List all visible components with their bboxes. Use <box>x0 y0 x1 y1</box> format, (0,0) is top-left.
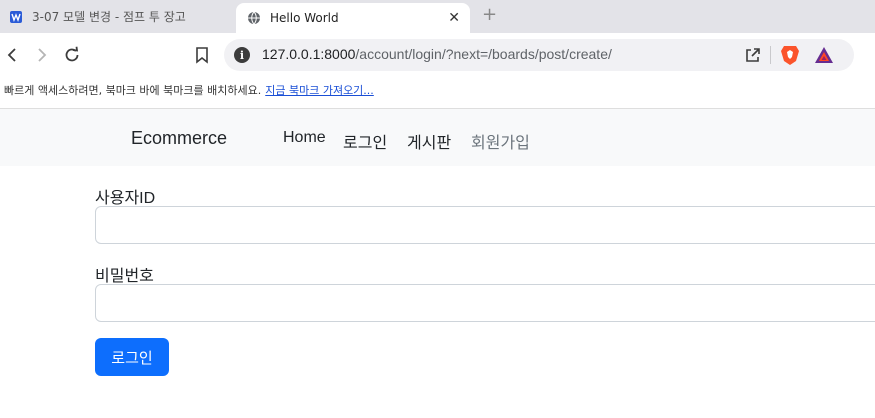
browser-tab-wikidocs[interactable]: 3-07 모델 변경 - 점프 투 장고 <box>0 0 232 33</box>
browser-tab-strip: 3-07 모델 변경 - 점프 투 장고 Hello World ✕ + <box>0 0 875 33</box>
browser-toolbar: i 127.0.0.1:8000/account/login/?next=/bo… <box>0 33 875 76</box>
brave-rewards-icon[interactable] <box>814 45 834 69</box>
new-tab-icon[interactable]: + <box>482 4 497 25</box>
password-label: 비밀번호 <box>95 268 154 285</box>
nav-link-board[interactable]: 게시판 <box>407 129 451 153</box>
globe-icon <box>246 10 262 26</box>
password-input[interactable] <box>95 284 875 322</box>
bookmark-bar: 빠르게 액세스하려면, 북마크 바에 북마크를 배치하세요. 지금 북마크 가져오… <box>0 76 875 106</box>
address-bar[interactable]: i 127.0.0.1:8000/account/login/?next=/bo… <box>224 39 854 71</box>
brave-shields-icon[interactable] <box>780 44 800 70</box>
bookmark-icon[interactable] <box>192 45 212 65</box>
username-input[interactable] <box>95 206 875 244</box>
site-info-icon[interactable]: i <box>234 47 250 63</box>
login-submit-button[interactable]: 로그인 <box>95 338 169 376</box>
share-icon[interactable] <box>744 46 762 68</box>
reload-icon[interactable] <box>62 45 82 65</box>
site-navbar: Ecommerce Home 로그인 게시판 회원가입 <box>0 109 875 166</box>
tab-title: Hello World <box>270 11 339 25</box>
address-url: 127.0.0.1:8000/account/login/?next=/boar… <box>262 46 612 62</box>
browser-tab-active[interactable]: Hello World ✕ <box>236 3 470 33</box>
nav-link-home[interactable]: Home <box>283 129 326 147</box>
toolbar-separator <box>770 46 771 64</box>
wikidocs-favicon-icon <box>8 9 24 25</box>
tab-title: 3-07 모델 변경 - 점프 투 장고 <box>32 10 186 24</box>
site-brand[interactable]: Ecommerce <box>131 128 227 149</box>
nav-link-signup[interactable]: 회원가입 <box>471 129 530 153</box>
back-arrow-icon[interactable] <box>2 45 22 65</box>
import-bookmarks-link[interactable]: 지금 북마크 가져오기... <box>265 84 374 97</box>
close-tab-icon[interactable]: ✕ <box>448 10 460 26</box>
nav-link-login[interactable]: 로그인 <box>343 129 387 153</box>
username-label: 사용자ID <box>95 190 156 207</box>
bookmark-bar-message: 빠르게 액세스하려면, 북마크 바에 북마크를 배치하세요. <box>4 84 262 97</box>
forward-arrow-icon[interactable] <box>32 45 52 65</box>
